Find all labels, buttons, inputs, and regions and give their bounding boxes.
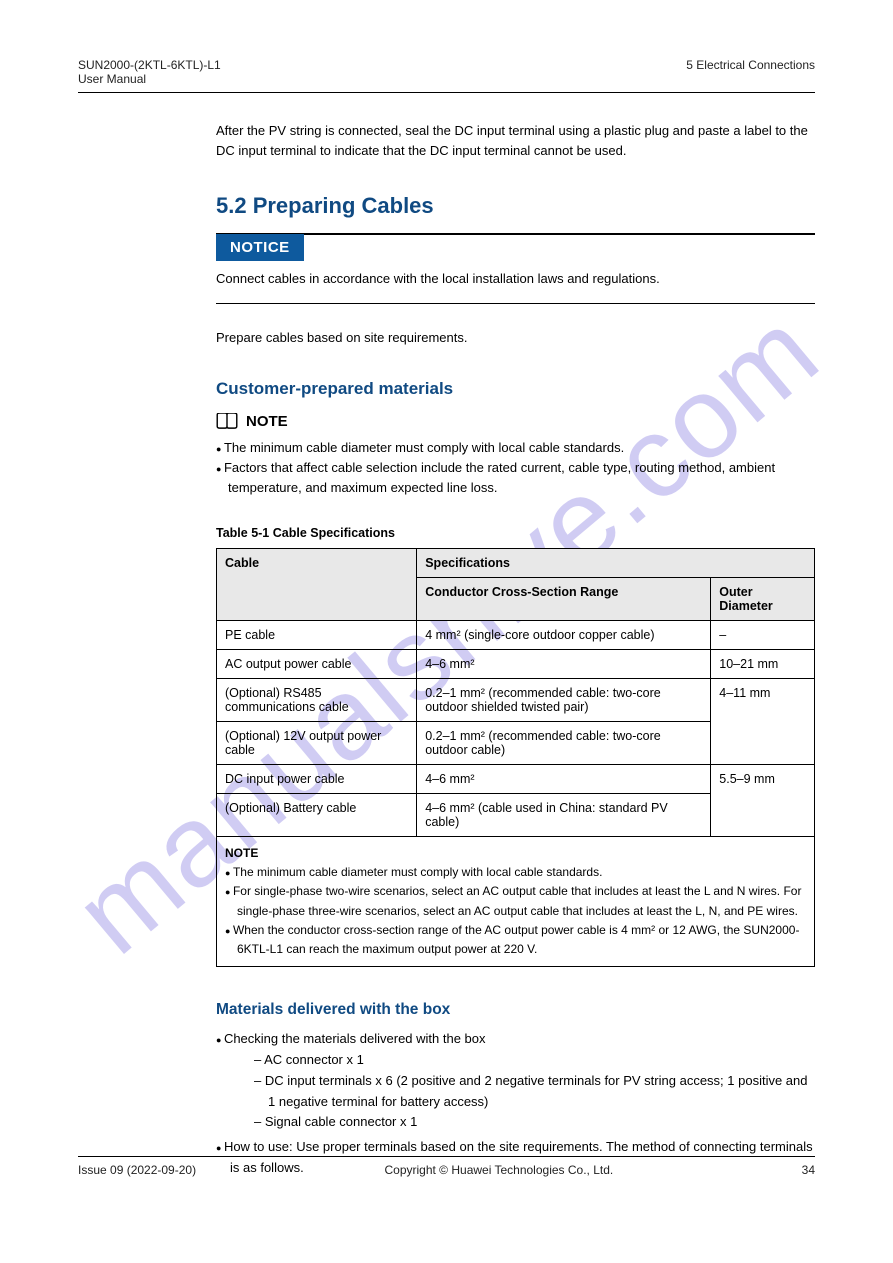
table-note-item: The minimum cable diameter must comply w… bbox=[225, 863, 806, 882]
cell-cable: AC output power cable bbox=[217, 649, 417, 678]
page-header: SUN2000-(2KTL-6KTL)-L1User Manual 5 Elec… bbox=[78, 58, 815, 86]
table-note-cell: NOTE The minimum cable diameter must com… bbox=[217, 836, 815, 966]
cell-od: 10–21 mm bbox=[711, 649, 815, 678]
table-row: DC input power cable 4–6 mm² 5.5–9 mm bbox=[217, 764, 815, 793]
cell-spec: 4 mm² (single-core outdoor copper cable) bbox=[417, 620, 711, 649]
cell-od: 4–11 mm bbox=[711, 678, 815, 764]
cell-cable: PE cable bbox=[217, 620, 417, 649]
cell-spec: 4–6 mm² bbox=[417, 649, 711, 678]
cell-spec: 4–6 mm² (cable used in China: standard P… bbox=[417, 793, 711, 836]
notice-text: Connect cables in accordance with the lo… bbox=[216, 269, 815, 289]
footer-divider bbox=[78, 1156, 815, 1157]
table-note-row: NOTE The minimum cable diameter must com… bbox=[217, 836, 815, 966]
table-note-item: When the conductor cross-section range o… bbox=[225, 921, 806, 959]
specs-table: Cable Specifications Conductor Cross-Sec… bbox=[216, 548, 815, 967]
table-note-label: NOTE bbox=[225, 846, 258, 860]
header-left: SUN2000-(2KTL-6KTL)-L1User Manual bbox=[78, 58, 221, 86]
list-item: Checking the materials delivered with th… bbox=[216, 1029, 815, 1133]
cell-od: 5.5–9 mm bbox=[711, 764, 815, 836]
th-cable: Cable bbox=[217, 548, 417, 620]
table-header-row: Cable Specifications bbox=[217, 548, 815, 577]
cell-cable: (Optional) 12V output power cable bbox=[217, 721, 417, 764]
table-caption: Table 5-1 Cable Specifications bbox=[216, 526, 815, 540]
footer-left: Issue 09 (2022-09-20) bbox=[78, 1163, 196, 1177]
th-outer-diameter: Outer Diameter bbox=[711, 577, 815, 620]
header-divider bbox=[78, 92, 815, 93]
cell-spec: 0.2–1 mm² (recommended cable: two-core o… bbox=[417, 678, 711, 721]
note-header: NOTE bbox=[216, 413, 815, 430]
page-footer: Issue 09 (2022-09-20) Copyright © Huawei… bbox=[78, 1156, 815, 1177]
th-specs: Specifications bbox=[417, 548, 815, 577]
notice-box: NOTICE Connect cables in accordance with… bbox=[216, 233, 815, 304]
footer-center: Copyright © Huawei Technologies Co., Ltd… bbox=[384, 1163, 613, 1177]
sublist-item: AC connector x 1 bbox=[254, 1050, 815, 1071]
section-title: 5.2 Preparing Cables bbox=[216, 193, 815, 219]
notice-badge: NOTICE bbox=[216, 234, 304, 261]
sublist-item: Signal cable connector x 1 bbox=[254, 1112, 815, 1133]
table-row: PE cable 4 mm² (single-core outdoor copp… bbox=[217, 620, 815, 649]
page-container: SUN2000-(2KTL-6KTL)-L1User Manual 5 Elec… bbox=[0, 0, 893, 1223]
sublist: AC connector x 1 DC input terminals x 6 … bbox=[230, 1050, 815, 1133]
note-label: NOTE bbox=[246, 413, 288, 430]
cell-cable: (Optional) Battery cable bbox=[217, 793, 417, 836]
subsection2-title: Materials delivered with the box bbox=[216, 1001, 815, 1019]
table-note-list: The minimum cable diameter must comply w… bbox=[225, 863, 806, 959]
th-cross-section: Conductor Cross-Section Range bbox=[417, 577, 711, 620]
cell-od: – bbox=[711, 620, 815, 649]
table-note-item: For single-phase two-wire scenarios, sel… bbox=[225, 882, 806, 920]
cell-cable: (Optional) RS485 communications cable bbox=[217, 678, 417, 721]
table-row: AC output power cable 4–6 mm² 10–21 mm bbox=[217, 649, 815, 678]
sublist-item: DC input terminals x 6 (2 positive and 2… bbox=[254, 1071, 815, 1113]
cell-spec: 4–6 mm² bbox=[417, 764, 711, 793]
note-bullets: The minimum cable diameter must comply w… bbox=[216, 438, 815, 498]
subsection-title: Customer-prepared materials bbox=[216, 379, 815, 399]
footer-right: 34 bbox=[802, 1163, 815, 1177]
table-row: (Optional) RS485 communications cable 0.… bbox=[217, 678, 815, 721]
note-bullet: The minimum cable diameter must comply w… bbox=[216, 438, 815, 458]
cell-cable: DC input power cable bbox=[217, 764, 417, 793]
intro-paragraph: After the PV string is connected, seal t… bbox=[216, 121, 815, 161]
book-icon bbox=[216, 413, 238, 429]
header-right: 5 Electrical Connections bbox=[686, 58, 815, 86]
note-bullet: Factors that affect cable selection incl… bbox=[216, 458, 815, 498]
prep-notice: Prepare cables based on site requirement… bbox=[216, 328, 815, 348]
cell-spec: 0.2–1 mm² (recommended cable: two-core o… bbox=[417, 721, 711, 764]
